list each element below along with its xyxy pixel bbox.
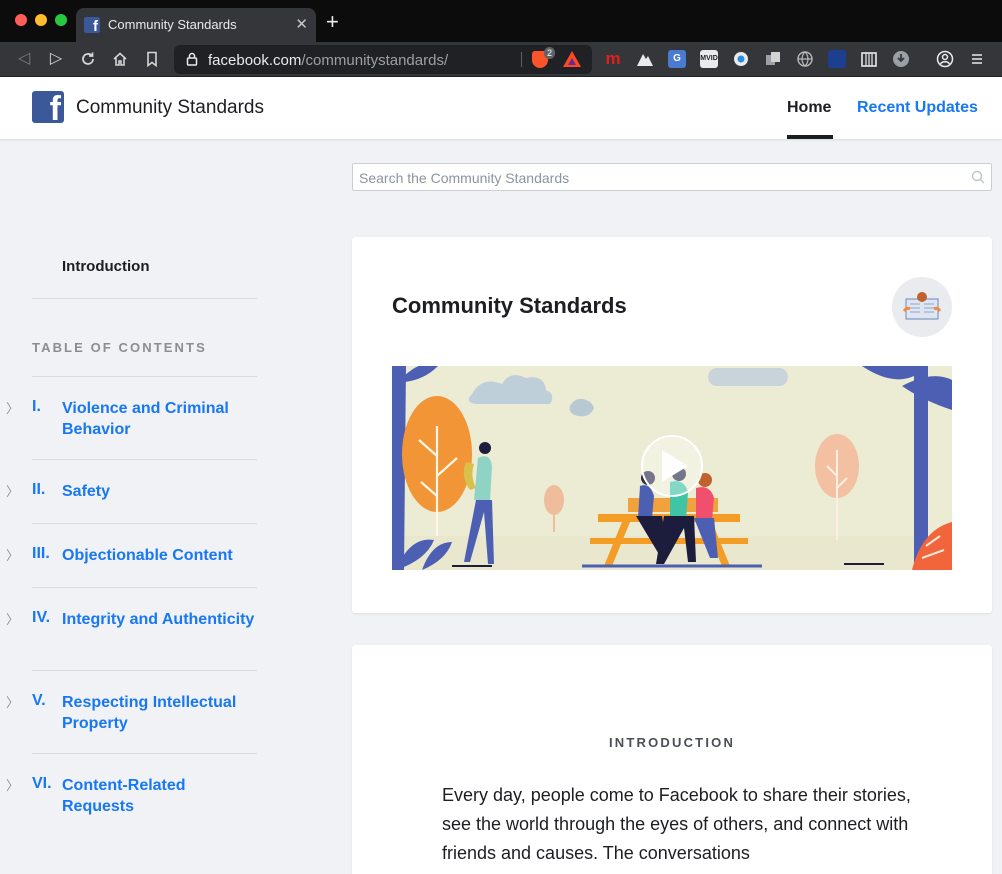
mountain-icon[interactable] bbox=[636, 50, 654, 68]
profile-icon[interactable] bbox=[936, 50, 954, 68]
close-window-button[interactable] bbox=[15, 14, 27, 26]
toc-item-label: Respecting Intellectual Property bbox=[62, 694, 237, 732]
section-label: INTRODUCTION bbox=[608, 735, 736, 750]
chevron-right-icon: 〉 bbox=[6, 695, 20, 710]
divider bbox=[32, 298, 257, 299]
facebook-logo-icon[interactable]: f bbox=[32, 91, 64, 123]
divider bbox=[32, 523, 257, 524]
browser-window: f Community Standards ✕ + ◁ ▷ facebook.c… bbox=[0, 0, 1002, 874]
back-icon[interactable]: ◁ bbox=[14, 49, 34, 69]
chevron-right-icon: 〉 bbox=[6, 548, 20, 563]
site-title[interactable]: Community Standards bbox=[76, 97, 264, 119]
toc-item-label: Content-Related Requests bbox=[62, 777, 186, 815]
tab-strip: f Community Standards ✕ + bbox=[0, 0, 1002, 42]
url-path: /communitystandards/ bbox=[301, 52, 449, 69]
chevron-right-icon: 〉 bbox=[6, 778, 20, 793]
search-box bbox=[352, 163, 992, 191]
toc-item-label: Safety bbox=[62, 483, 111, 500]
shields-count-badge: 2 bbox=[544, 47, 556, 59]
bookmark-icon[interactable] bbox=[142, 49, 162, 69]
reader-illustration-icon bbox=[892, 277, 952, 337]
globe-icon[interactable] bbox=[796, 50, 814, 68]
chevron-right-icon: 〉 bbox=[6, 612, 20, 627]
search-input[interactable] bbox=[359, 168, 959, 187]
url-separator bbox=[521, 52, 522, 67]
archive-icon[interactable] bbox=[860, 50, 878, 68]
park-illustration bbox=[392, 366, 952, 570]
mega-icon[interactable]: m bbox=[604, 50, 622, 68]
facebook-favicon-icon: f bbox=[84, 17, 100, 33]
brave-rewards-inner-shape bbox=[568, 58, 576, 65]
zoom-window-button[interactable] bbox=[55, 14, 67, 26]
minimize-window-button[interactable] bbox=[35, 14, 47, 26]
url-text: facebook.com/communitystandards/ bbox=[208, 52, 448, 69]
download-icon[interactable] bbox=[892, 50, 910, 68]
active-nav-indicator bbox=[787, 135, 833, 139]
forward-icon[interactable]: ▷ bbox=[46, 49, 66, 69]
copy-icon[interactable] bbox=[764, 50, 782, 68]
toc-item-number: II. bbox=[32, 481, 46, 498]
nav-home-link[interactable]: Home bbox=[787, 99, 831, 117]
lock-icon bbox=[186, 52, 198, 66]
intro-paragraph: Every day, people come to Facebook to sh… bbox=[442, 785, 911, 863]
intro-video-player[interactable] bbox=[392, 366, 952, 570]
toc-heading: TABLE OF CONTENTS bbox=[32, 340, 207, 355]
divider bbox=[32, 670, 257, 671]
introduction-card: INTRODUCTION Every day, people come to F… bbox=[352, 645, 992, 874]
menu-icon[interactable] bbox=[968, 50, 986, 68]
toc-item-number: III. bbox=[32, 545, 50, 562]
url-host: facebook.com bbox=[208, 52, 302, 69]
close-tab-icon[interactable]: ✕ bbox=[295, 15, 308, 33]
toc-item-label: Integrity and Authenticity bbox=[62, 611, 255, 628]
chevron-right-icon: 〉 bbox=[6, 484, 20, 499]
toc-item-number: I. bbox=[32, 398, 41, 415]
toc-item-number: VI. bbox=[32, 775, 52, 792]
home-icon[interactable] bbox=[110, 49, 130, 69]
divider bbox=[32, 753, 257, 754]
nav-recent-updates-link[interactable]: Recent Updates bbox=[857, 99, 978, 117]
browser-toolbar: ◁ ▷ facebook.com/communitystandards/ 2 m… bbox=[0, 42, 1002, 77]
community-standards-card: Community Standards bbox=[352, 237, 992, 613]
toc-item-label: Objectionable Content bbox=[62, 547, 233, 564]
sidebar-introduction-link[interactable]: Introduction bbox=[62, 258, 149, 275]
toc-item-number: V. bbox=[32, 692, 46, 709]
address-bar[interactable]: facebook.com/communitystandards/ 2 bbox=[174, 45, 592, 74]
toc-item-label: Violence and Criminal Behavior bbox=[62, 400, 229, 438]
divider bbox=[32, 459, 257, 460]
translate-icon[interactable]: G bbox=[668, 50, 686, 68]
new-tab-button[interactable]: + bbox=[326, 11, 339, 33]
mvid-icon[interactable]: MVID bbox=[700, 50, 718, 68]
flag-icon[interactable] bbox=[828, 50, 846, 68]
eye-icon[interactable] bbox=[732, 50, 750, 68]
card-title: Community Standards bbox=[392, 293, 627, 318]
divider bbox=[32, 376, 257, 377]
toc-item-number: IV. bbox=[32, 609, 51, 626]
search-icon[interactable] bbox=[971, 170, 985, 184]
browser-tab[interactable]: f Community Standards ✕ bbox=[76, 8, 316, 42]
tab-title: Community Standards bbox=[108, 17, 237, 32]
chevron-right-icon: 〉 bbox=[6, 401, 20, 416]
divider bbox=[32, 587, 257, 588]
reload-icon[interactable] bbox=[78, 49, 98, 69]
site-header: f Community Standards Home Recent Update… bbox=[0, 77, 1002, 139]
